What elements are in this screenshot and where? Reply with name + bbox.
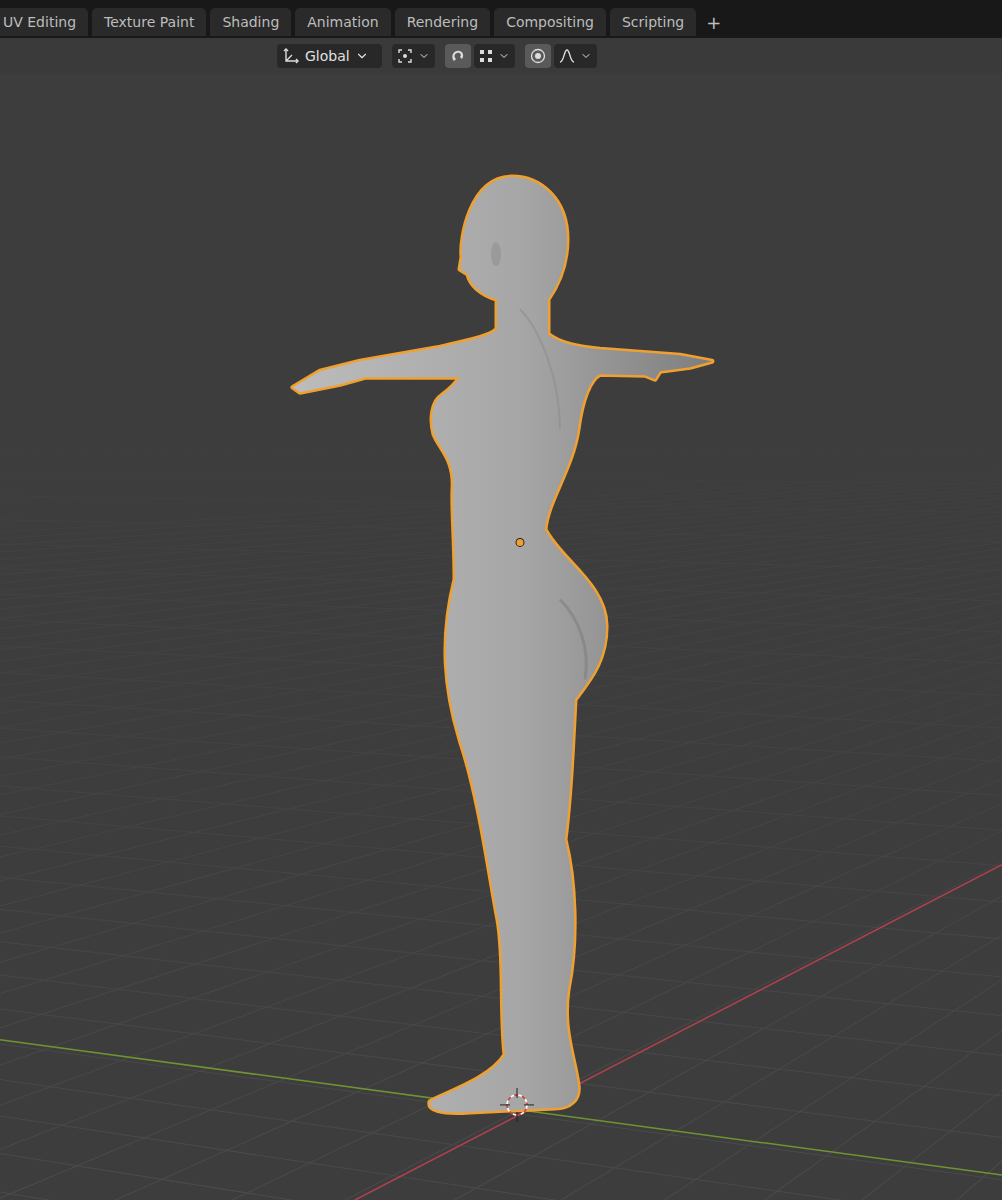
axes-icon: [282, 47, 300, 65]
snap-target-dropdown[interactable]: [474, 44, 515, 68]
viewport-header: Global: [0, 38, 1002, 74]
chevron-icon: [498, 50, 510, 62]
snap-toggle[interactable]: [445, 44, 471, 68]
workspace-tab[interactable]: Rendering: [395, 8, 491, 36]
falloff-curve-icon: [559, 49, 575, 63]
add-workspace-button[interactable]: +: [700, 8, 727, 36]
viewport-canvas[interactable]: [0, 74, 1002, 1200]
workspace-tabs: UV EditingTexture PaintShadingAnimationR…: [0, 0, 1002, 38]
magnet-icon: [450, 48, 466, 64]
3d-cursor-icon[interactable]: [500, 1088, 534, 1122]
base-mesh-figure[interactable]: [293, 177, 712, 1112]
workspace-tab[interactable]: UV Editing: [0, 8, 88, 36]
x-axis-line: [355, 865, 1002, 1200]
pivot-icon: [397, 48, 413, 64]
workspace-tab[interactable]: Compositing: [494, 8, 606, 36]
pivot-point-dropdown[interactable]: [392, 44, 435, 68]
workspace-tab[interactable]: Animation: [295, 8, 390, 36]
workspace-tab[interactable]: Scripting: [610, 8, 696, 36]
snap-grid-icon: [479, 49, 493, 63]
proportional-editing-toggle[interactable]: [525, 44, 551, 68]
origin-dot: [516, 538, 524, 546]
falloff-dropdown[interactable]: [554, 44, 597, 68]
chevron-icon: [580, 50, 592, 62]
blender-window: UV EditingTexture PaintShadingAnimationR…: [0, 0, 1002, 1200]
proportional-icon: [530, 48, 546, 64]
transform-orientation-dropdown[interactable]: Global: [277, 44, 382, 68]
workspace-tab[interactable]: Texture Paint: [92, 8, 206, 36]
3d-viewport[interactable]: [0, 74, 1002, 1200]
workspace-tab[interactable]: Shading: [210, 8, 291, 36]
chevron-icon: [355, 49, 369, 63]
chevron-icon: [418, 50, 430, 62]
